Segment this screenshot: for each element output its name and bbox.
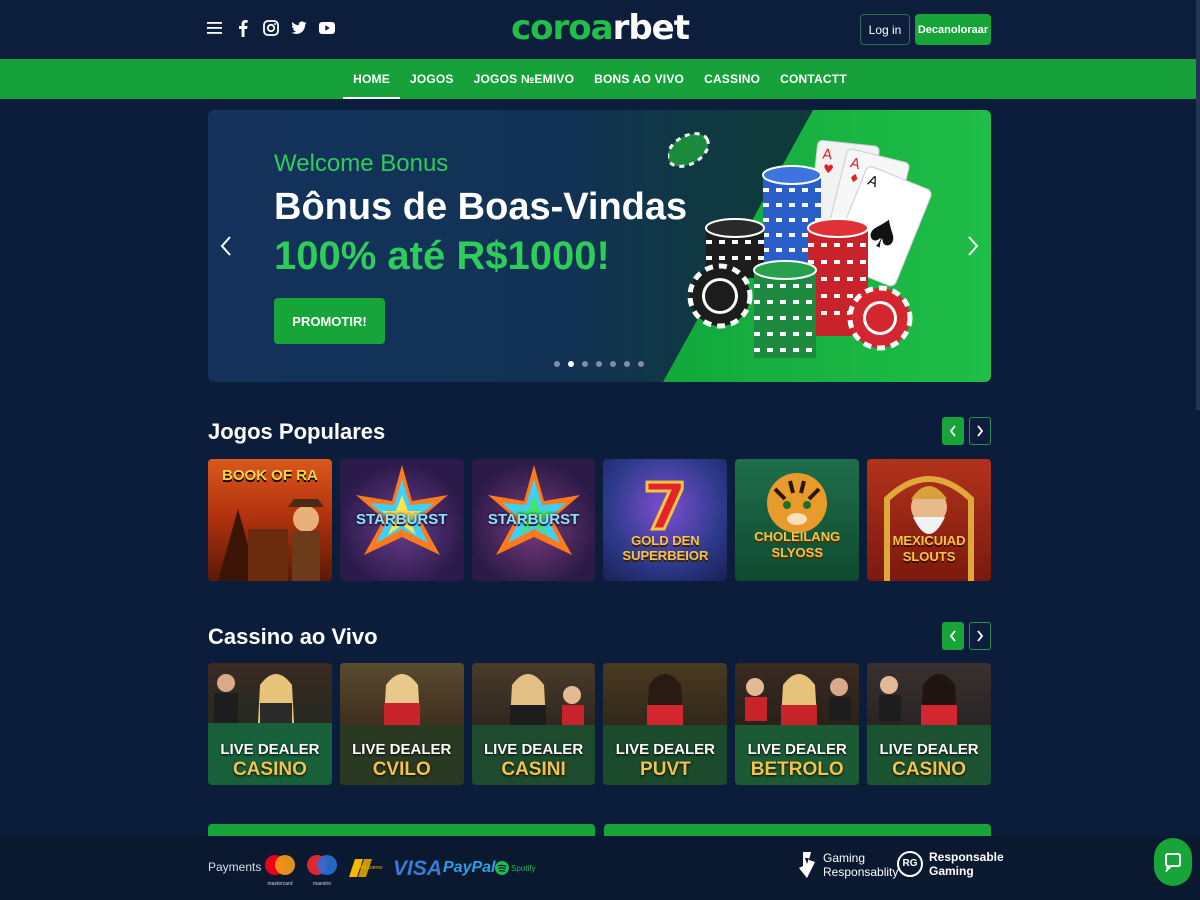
slide-dot-7[interactable] [638,361,644,367]
resp-gaming-line2: Gaming [929,864,974,878]
hero-headline: Bônus de Boas-Vindas [274,186,688,228]
maestro-logo [305,852,339,884]
game-tile-label: CHOLEILANG SLYOSS [754,529,841,560]
live-tile-label-top: LIVE DEALER [615,741,715,758]
chevron-left-icon [220,236,231,256]
top-header: coroarbet Log in Decanoloraar [0,0,1200,59]
chevron-left-icon [949,425,956,437]
live-tile-label-top: LIVE DEALER [352,741,452,758]
chevron-right-icon [977,630,984,642]
slide-dot-5[interactable] [610,361,616,367]
live-tile-label-bottom: CASINI [501,759,566,780]
game-tile-label: STARBURST [356,511,448,528]
chips-and-cards-illustration: A ♥ A ♦ A ♠ [668,132,932,358]
paypal-logo: PayPal [443,859,496,876]
live-tile-label-bottom: PUVT [640,759,691,780]
logo-main: coroa [510,8,614,48]
game-tile-label: STARBURST [487,511,580,528]
live-prev-button[interactable] [942,622,964,650]
resp-gaming-line1: Responsable [929,850,1004,864]
game-tile-label: GOLD DEN SUPERBEIOR [622,533,709,563]
live-next-button[interactable] [969,622,991,650]
coeres-caption: Rs coeres [360,865,383,871]
nav-item-jogos-ao-vivo[interactable]: JOGOS №EMIVO [464,59,584,99]
hero-amount: 100% até R$1000! [274,234,610,278]
mastercard-caption: mastercard [267,881,293,887]
signup-button[interactable]: Decanoloraar [915,14,991,45]
slide-dot-2[interactable] [568,361,574,367]
popular-games-row: BOOK OF RA STARBURST STARBURST 7 GOLD DE… [208,459,991,581]
gaming-resp-line1: Gaming [823,851,866,865]
site-logo[interactable]: coroarbet [0,8,1200,48]
chevron-left-icon [949,630,956,642]
visa-logo: VISA [393,857,443,880]
live-tile-label-top: LIVE DEALER [483,741,584,758]
responsible-gaming[interactable]: RG Responsable Gaming [897,850,1004,878]
slide-dot-6[interactable] [624,361,630,367]
hero-slide-dots [554,361,644,367]
logo-tail: rbet [612,8,690,48]
slide-dot-4[interactable] [596,361,602,367]
spotify-icon [495,861,509,875]
spotify-logo: Spotify [495,852,535,884]
hero-banner[interactable]: Welcome Bonus Bônus de Boas-Vindas 100% … [208,110,991,382]
login-button[interactable]: Log in [860,14,910,45]
payments-label: Payments [208,860,262,874]
live-tile-5[interactable]: LIVE DEALER BETROLO [735,663,860,785]
live-tile-label-top: LIVE DEALER [747,741,847,758]
live-tile-label-bottom: CASINO [232,759,307,780]
live-casino-row: LIVE DEALER CASINO LIVE DEALER CVILO LIV… [208,663,991,785]
live-tile-label-bottom: BETROLO [750,759,844,780]
maestro-caption: maestro [312,881,332,887]
game-tile-tiger[interactable]: CHOLEILANG SLYOSS [735,459,860,581]
live-tile-4[interactable]: LIVE DEALER PUVT [603,663,728,785]
nav-item-cassino[interactable]: CASSINO [694,59,770,99]
hero-cta-button[interactable]: PROMOTIR! [274,298,385,344]
popular-next-button[interactable] [969,417,991,445]
popular-prev-button[interactable] [942,417,964,445]
nav-item-contact[interactable]: CONTACTT [770,59,857,99]
hand-shield-icon [799,852,815,878]
nav-item-jogos[interactable]: JOGOS [400,59,464,99]
tiger-art [767,473,828,533]
main-nav: HOME JOGOS JOGOS №EMIVO BONS AO VIVO CAS… [0,59,1200,99]
live-casino-title: Cassino ao Vivo [208,624,378,649]
hero-eyebrow: Welcome Bonus [274,150,449,177]
chat-button[interactable] [1154,838,1192,886]
mastercard-logo [263,852,297,884]
gaming-responsibility[interactable]: Gaming Responsablity [797,850,898,880]
slide-dot-1[interactable] [554,361,560,367]
gaming-resp-line2: Responsablity [823,865,899,879]
live-tile-3[interactable]: LIVE DEALER CASINI [471,663,596,785]
live-tile-label-top: LIVE DEALER [879,741,979,758]
spotify-label: Spotify [511,863,536,873]
game-tile-label: BOOK OF RA [221,467,318,484]
svg-text:♥: ♥ [822,162,834,177]
game-tile-starburst-1[interactable]: STARBURST [339,459,464,581]
rg-badge-text: RG [902,858,918,869]
game-tile-book-of-ra[interactable]: BOOK OF RA [208,459,332,581]
live-tile-6[interactable]: LIVE DEALER CASINO [867,663,991,785]
game-tile-mexicuiad[interactable]: MEXICUIAD SLOUTS [867,459,991,581]
game-tile-gold-den[interactable]: 7 GOLD DEN SUPERBEIOR [603,459,728,581]
nav-item-bons-ao-vivo[interactable]: BONS AO VIVO [584,59,694,99]
payments-footer: Payments mastercard maestro Rs coeres VI… [0,836,1200,900]
live-tile-label-top: LIVE DEALER [220,741,320,758]
chevron-right-icon [977,425,984,437]
live-tile-1[interactable]: LIVE DEALER CASINO [208,663,332,785]
live-tile-2[interactable]: LIVE DEALER CVILO [339,663,464,785]
popular-games-title: Jogos Populares [208,419,386,444]
live-tile-label-bottom: CVILO [372,759,431,780]
nav-item-home[interactable]: HOME [343,59,400,99]
game-tile-label: MEXICUIAD SLOUTS [892,533,966,564]
page-scrollbar[interactable] [1196,0,1200,410]
chat-bubble-icon [1165,853,1181,872]
live-tile-label-bottom: CASINO [892,759,966,780]
rg-badge-icon: RG [897,851,923,877]
hero-prev-arrow[interactable] [216,228,236,264]
slide-dot-3[interactable] [582,361,588,367]
game-tile-starburst-2[interactable]: STARBURST [471,459,596,581]
